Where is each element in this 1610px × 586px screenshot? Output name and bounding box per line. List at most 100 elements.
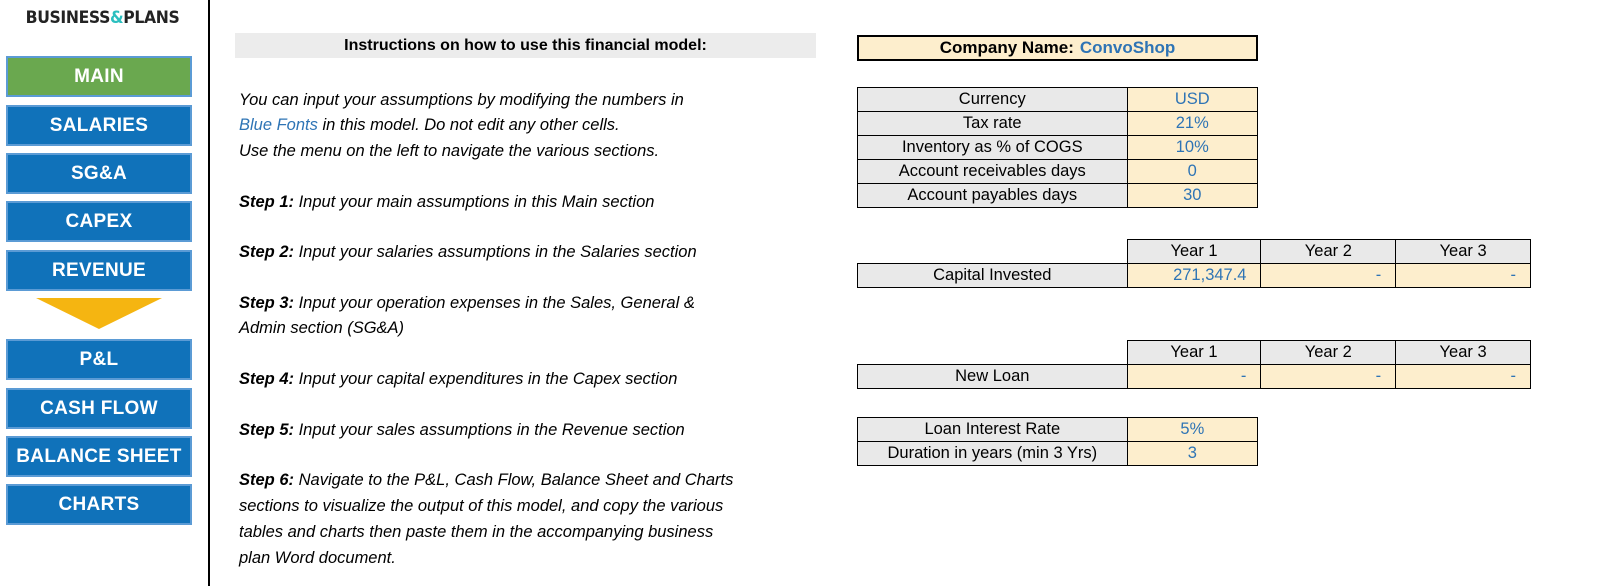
- table-row: Capital Invested 271,347.4 - -: [857, 263, 1531, 288]
- table-row: Account payables days 30: [857, 183, 1259, 208]
- step-label: Step 1:: [239, 193, 295, 211]
- capital-invested-table: Year 1 Year 2 Year 3 Capital Invested 27…: [857, 239, 1531, 288]
- column-header-year-2: Year 2: [1260, 239, 1397, 264]
- sidebar-item-pl[interactable]: P&L: [6, 339, 192, 380]
- step-text: tables and charts then paste them in the…: [239, 523, 714, 541]
- instructions-step-6-cont-2: tables and charts then paste them in the…: [239, 520, 713, 545]
- assumption-label: Account payables days: [857, 183, 1128, 208]
- step-label: Step 5:: [239, 421, 295, 439]
- empty-corner-cell: [858, 341, 1128, 365]
- sidebar-item-label: SALARIES: [49, 114, 149, 136]
- company-name-label: Company Name:: [939, 38, 1074, 57]
- blue-fonts-label: Blue Fonts: [239, 116, 318, 134]
- sidebar-item-balance-sheet[interactable]: BALANCE SHEET: [6, 436, 192, 477]
- logo-ampersand: &: [110, 8, 124, 28]
- assumptions-table: Currency USD Tax rate 21% Inventory as %…: [857, 87, 1259, 208]
- instructions-step-6: Step 6: Navigate to the P&L, Cash Flow, …: [239, 468, 733, 493]
- sidebar-item-charts[interactable]: CHARTS: [6, 484, 192, 525]
- column-header-year-1: Year 1: [1126, 239, 1262, 264]
- step-label: Step 4:: [239, 370, 295, 388]
- assumption-label: Tax rate: [857, 111, 1128, 136]
- assumption-value-inventory-pct[interactable]: 10%: [1126, 135, 1259, 160]
- sidebar-item-label: BALANCE SHEET: [16, 445, 182, 467]
- instructions-header-label: Instructions on how to use this financia…: [344, 36, 707, 54]
- instructions-step-4: Step 4: Input your capital expenditures …: [239, 367, 677, 392]
- sidebar-item-label: P&L: [79, 348, 119, 370]
- company-name-banner[interactable]: Company Name: ConvoShop: [857, 35, 1258, 61]
- table-row: Inventory as % of COGS 10%: [857, 135, 1259, 160]
- table-header-row: Year 1 Year 2 Year 3: [858, 239, 1531, 264]
- instructions-intro-line-3: Use the menu on the left to navigate the…: [239, 139, 659, 164]
- capital-invested-year-2[interactable]: -: [1260, 263, 1397, 288]
- intro-text: in this model. Do not edit any other cel…: [317, 116, 620, 134]
- capital-invested-year-3[interactable]: -: [1395, 263, 1531, 288]
- assumption-value-payables-days[interactable]: 30: [1126, 183, 1259, 208]
- assumption-label: Currency: [857, 87, 1128, 112]
- table-row: Loan Interest Rate 5%: [857, 417, 1259, 442]
- step-text: Input your sales assumptions in the Reve…: [294, 421, 685, 439]
- step-text: Input your operation expenses in the Sal…: [294, 294, 695, 312]
- logo-text-business: BUSINESS: [25, 8, 111, 28]
- loan-terms-table: Loan Interest Rate 5% Duration in years …: [857, 417, 1259, 466]
- table-row: Tax rate 21%: [857, 111, 1259, 136]
- sidebar-item-salaries[interactable]: SALARIES: [6, 105, 192, 146]
- down-arrow-icon: [36, 298, 162, 329]
- loan-duration-years-value[interactable]: 3: [1126, 441, 1259, 466]
- step-text: Input your main assumptions in this Main…: [294, 193, 655, 211]
- table-row: Duration in years (min 3 Yrs) 3: [857, 441, 1259, 466]
- sidebar-item-revenue[interactable]: REVENUE: [6, 250, 192, 291]
- row-label-capital-invested: Capital Invested: [857, 263, 1128, 288]
- instructions-step-1: Step 1: Input your main assumptions in t…: [239, 190, 654, 215]
- sidebar-item-label: CAPEX: [65, 210, 133, 232]
- sidebar-item-sga[interactable]: SG&A: [6, 153, 192, 194]
- instructions-header: Instructions on how to use this financia…: [235, 33, 816, 58]
- instructions-step-6-cont-1: sections to visualize the output of this…: [239, 494, 723, 519]
- instructions-intro-line-1: You can input your assumptions by modify…: [239, 88, 684, 113]
- brand-logo: BUSINESS&PLANS: [8, 8, 197, 28]
- column-header-year-3: Year 3: [1395, 239, 1531, 264]
- assumption-value-receivables-days[interactable]: 0: [1126, 159, 1259, 184]
- sidebar-item-label: CASH FLOW: [40, 397, 158, 419]
- instructions-step-2: Step 2: Input your salaries assumptions …: [239, 240, 697, 265]
- column-header-year-2: Year 2: [1260, 340, 1397, 365]
- step-label: Step 3:: [239, 294, 295, 312]
- sidebar-item-label: CHARTS: [58, 493, 140, 515]
- step-text: Input your salaries assumptions in the S…: [294, 243, 697, 261]
- instructions-step-5: Step 5: Input your sales assumptions in …: [239, 418, 685, 443]
- instructions-step-3: Step 3: Input your operation expenses in…: [239, 291, 695, 316]
- loan-term-label: Duration in years (min 3 Yrs): [857, 441, 1128, 466]
- assumption-value-tax-rate[interactable]: 21%: [1126, 111, 1259, 136]
- sidebar-item-label: MAIN: [74, 65, 124, 87]
- new-loan-year-2[interactable]: -: [1260, 364, 1397, 389]
- new-loan-table: Year 1 Year 2 Year 3 New Loan - - -: [857, 340, 1531, 389]
- instructions-step-3-cont: Admin section (SG&A): [239, 316, 404, 341]
- empty-corner-cell: [858, 240, 1128, 264]
- column-header-year-3: Year 3: [1395, 340, 1531, 365]
- intro-text: You can input your assumptions by modify…: [239, 91, 684, 109]
- logo-text-plans: PLANS: [123, 8, 180, 28]
- company-name-value[interactable]: ConvoShop: [1080, 38, 1175, 58]
- assumption-value-currency[interactable]: USD: [1126, 87, 1259, 112]
- instructions-step-6-cont-3: plan Word document.: [239, 546, 396, 571]
- sidebar-item-cash-flow[interactable]: CASH FLOW: [6, 388, 192, 429]
- step-text: Admin section (SG&A): [239, 319, 405, 337]
- new-loan-year-1[interactable]: -: [1126, 364, 1262, 389]
- step-label: Step 6:: [239, 471, 295, 489]
- column-header-year-1: Year 1: [1126, 340, 1262, 365]
- new-loan-year-3[interactable]: -: [1395, 364, 1531, 389]
- assumption-label: Inventory as % of COGS: [857, 135, 1128, 160]
- loan-interest-rate-value[interactable]: 5%: [1126, 417, 1259, 442]
- step-text: plan Word document.: [239, 549, 396, 567]
- assumption-label: Account receivables days: [857, 159, 1128, 184]
- table-row: New Loan - - -: [857, 364, 1531, 389]
- capital-invested-year-1[interactable]: 271,347.4: [1126, 263, 1262, 288]
- step-text: Input your capital expenditures in the C…: [294, 370, 678, 388]
- row-label-new-loan: New Loan: [857, 364, 1128, 389]
- sidebar-item-capex[interactable]: CAPEX: [6, 201, 192, 242]
- loan-term-label: Loan Interest Rate: [857, 417, 1128, 442]
- table-row: Account receivables days 0: [857, 159, 1259, 184]
- sidebar-item-main[interactable]: MAIN: [6, 56, 192, 97]
- sidebar-item-label: REVENUE: [52, 259, 146, 281]
- step-text: Navigate to the P&L, Cash Flow, Balance …: [294, 471, 734, 489]
- table-header-row: Year 1 Year 2 Year 3: [858, 340, 1531, 365]
